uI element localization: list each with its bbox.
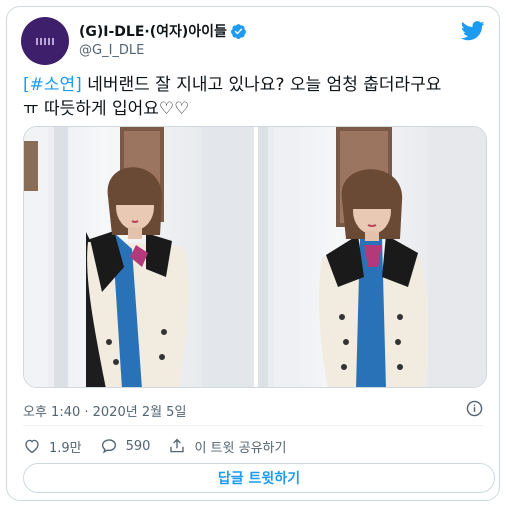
avatar-logo [36, 38, 54, 45]
heart-icon [25, 439, 39, 454]
tweet-timestamp[interactable]: 오후 1:40 · 2020년 2월 5일 [23, 401, 186, 420]
author-handle[interactable]: @G_I_DLE [79, 43, 144, 58]
info-icon[interactable] [466, 400, 483, 417]
photo-2[interactable] [258, 127, 486, 387]
tweet-line-1: [#소연] 네버랜드 잘 지내고 있나요? 오늘 엄청 춥더라구요 [23, 73, 493, 97]
reply-tweet-button[interactable]: 답글 트윗하기 [23, 463, 495, 493]
photo-1[interactable] [24, 127, 254, 387]
photo-1-image [24, 127, 254, 387]
twitter-bird-icon[interactable] [461, 21, 485, 41]
share-icon [170, 438, 185, 453]
tweet-line-2: ㅠ 따듯하게 입어요♡♡ [23, 99, 190, 119]
share-label: 이 트윗 공유하기 [194, 440, 287, 456]
photo-2-image [258, 127, 486, 387]
reply-action[interactable]: 590 [100, 437, 151, 455]
tweet-line-1-text: 네버랜드 잘 지내고 있나요? 오늘 엄청 춥더라구요 [81, 75, 442, 95]
display-name[interactable]: (G)I-DLE·(여자)아이들 [79, 21, 227, 41]
media-grid [23, 126, 487, 388]
like-action[interactable]: 1.9만 [23, 437, 82, 456]
like-count: 1.9만 [49, 440, 82, 456]
reply-icon [101, 439, 116, 454]
tweet-text: [#소연] 네버랜드 잘 지내고 있나요? 오늘 엄청 춥더라구요 ㅠ 따듯하게… [23, 73, 493, 121]
action-bar: 1.9만 590 이 트윗 공유하기 [23, 435, 304, 457]
reply-count: 590 [125, 438, 151, 454]
tweet-card[interactable]: (G)I-DLE·(여자)아이들 @G_I_DLE [#소연] 네버랜드 잘 지… [6, 6, 500, 501]
divider [23, 425, 483, 426]
verified-badge-icon [230, 23, 246, 39]
share-action[interactable]: 이 트윗 공유하기 [168, 437, 286, 456]
author-name-row[interactable]: (G)I-DLE·(여자)아이들 [79, 22, 247, 40]
hashtag-link[interactable]: [#소연] [23, 75, 82, 95]
avatar[interactable] [21, 17, 69, 65]
